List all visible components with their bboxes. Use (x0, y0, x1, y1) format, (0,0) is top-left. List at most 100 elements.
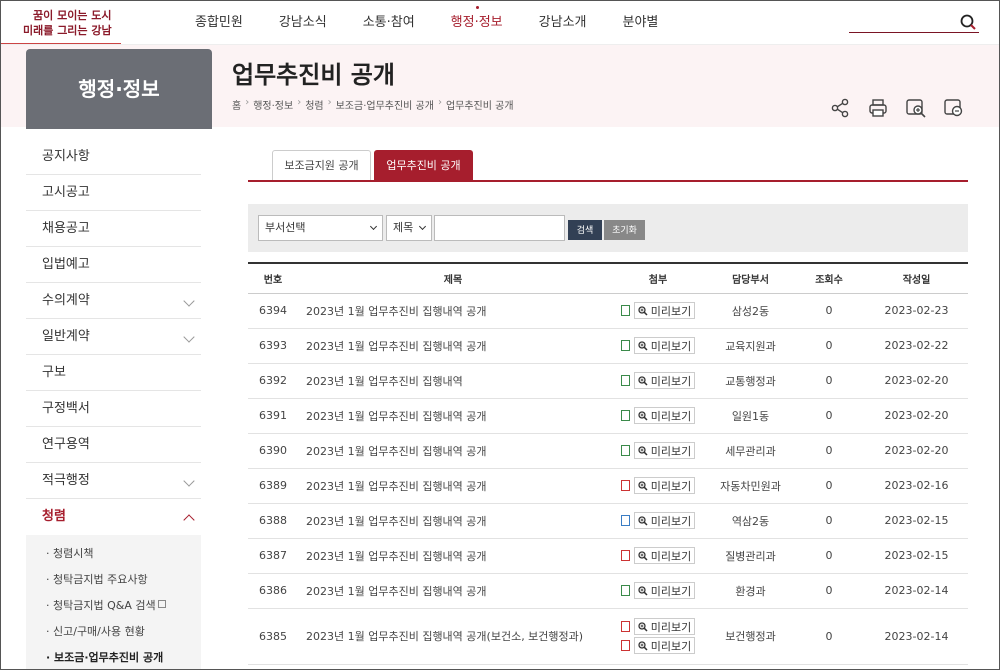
pdf-file-icon[interactable] (620, 621, 630, 632)
gnb-item[interactable]: 강남소개 (521, 1, 605, 45)
table-row[interactable]: 6389 2023년 1월 업무추진비 집행내역 공개 미리보기 자동차민원과 0 202… (248, 468, 968, 504)
cell-title-link[interactable]: 2023년 1월 업무추진비 집행내역 공개 (298, 328, 608, 364)
keyword-input[interactable] (434, 215, 565, 241)
table-row[interactable]: 6393 2023년 1월 업무추진비 집행내역 공개 미리보기 교육지원과 0 2023… (248, 328, 968, 364)
xls-file-icon[interactable] (620, 410, 630, 421)
cell-no: 6385 (248, 608, 298, 665)
hwp-file-icon[interactable] (620, 515, 630, 526)
pdf-file-icon[interactable] (620, 550, 630, 561)
table-row[interactable]: 6388 2023년 1월 업무추진비 집행내역 공개 미리보기 역삼2동 0 2023-… (248, 503, 968, 539)
gnb-item[interactable]: 행정·정보 (433, 1, 521, 45)
sidebar-subitem[interactable]: · 신고/구매/사용 현황 (26, 619, 201, 645)
preview-label: 미리보기 (650, 409, 692, 423)
sidebar-subitem[interactable]: · 보조금·업무추진비 공개 (26, 645, 201, 669)
cell-dept: 역삼2동 (708, 503, 793, 539)
col-header-date: 작성일 (865, 262, 968, 294)
preview-button[interactable]: 미리보기 (633, 477, 696, 494)
table-row[interactable]: 6390 2023년 1월 업무추진비 집행내역 공개 미리보기 세무관리과 0 2023… (248, 433, 968, 469)
attachment-list: 미리보기 (620, 581, 696, 600)
cell-title-link[interactable]: 2023년 1월 업무추진비 집행내역 공개 (298, 573, 608, 609)
table-row[interactable]: 6394 2023년 1월 업무추진비 집행내역 공개 미리보기 삼성2동 0 2023-… (248, 293, 968, 329)
table-row[interactable]: 6385 2023년 1월 업무추진비 집행내역 공개(보건소, 보건행정과) 미리… (248, 608, 968, 665)
cell-views: 0 (793, 398, 865, 434)
preview-button[interactable]: 미리보기 (633, 442, 696, 459)
cell-date: 2023-02-20 (865, 363, 968, 399)
pdf-file-icon[interactable] (620, 480, 630, 491)
cell-no: 6386 (248, 573, 298, 609)
cell-title-link[interactable]: 2023년 1월 업무추진비 집행내역 공개 (298, 398, 608, 434)
preview-label: 미리보기 (650, 584, 692, 598)
sidebar-item[interactable]: 적극행정 (26, 463, 201, 499)
gnb-item[interactable]: 분야별 (605, 1, 677, 45)
sidebar-item[interactable]: 고시공고 (26, 175, 201, 211)
sidebar-subitem[interactable]: · 청렴시책 (26, 541, 201, 567)
cell-no: 6387 (248, 538, 298, 574)
magnifier-icon (638, 640, 648, 651)
cell-title-link[interactable]: 2023년 1월 업무추진비 집행내역 공개 (298, 433, 608, 469)
preview-button[interactable]: 미리보기 (633, 637, 696, 654)
zoom-out-icon[interactable] (943, 97, 965, 119)
tab-subsidy[interactable]: 보조금지원 공개 (272, 150, 371, 180)
gnb-item[interactable]: 종합민원 (177, 1, 261, 45)
breadcrumb-item[interactable]: 행정·정보 (253, 97, 293, 112)
preview-button[interactable]: 미리보기 (633, 302, 696, 319)
sidebar-item[interactable]: 수의계약 (26, 283, 201, 319)
preview-button[interactable]: 미리보기 (633, 337, 696, 354)
preview-button[interactable]: 미리보기 (633, 547, 696, 564)
reset-button[interactable]: 초기화 (604, 220, 645, 240)
search-button[interactable]: 검색 (568, 220, 602, 240)
cell-title-link[interactable]: 2023년 1월 업무추진비 집행내역 공개 (298, 293, 608, 329)
search-icon[interactable] (959, 13, 977, 31)
table-row[interactable]: 6392 2023년 1월 업무추진비 집행내역 미리보기 교통행정과 0 2023-02… (248, 363, 968, 399)
sidebar-subitem[interactable]: · 청탁금지법 Q&A 검색 (26, 593, 201, 619)
cell-title-link[interactable]: 2023년 1월 업무추진비 집행내역 공개 (298, 538, 608, 574)
preview-button[interactable]: 미리보기 (633, 512, 696, 529)
xls-file-icon[interactable] (620, 585, 630, 596)
table-row[interactable]: 6387 2023년 1월 업무추진비 집행내역 공개 미리보기 질병관리과 0 2023… (248, 538, 968, 574)
preview-button[interactable]: 미리보기 (633, 618, 696, 635)
cell-dept: 자동차민원과 (708, 468, 793, 504)
xls-file-icon[interactable] (620, 340, 630, 351)
sidebar-item[interactable]: 공지사항 (26, 139, 201, 175)
zoom-in-icon[interactable] (905, 97, 927, 119)
xls-file-icon[interactable] (620, 445, 630, 456)
breadcrumb-item[interactable]: 청렴 (305, 97, 323, 112)
sidebar-item[interactable]: 연구용역 (26, 427, 201, 463)
preview-button[interactable]: 미리보기 (633, 372, 696, 389)
sidebar-item[interactable]: 입법예고 (26, 247, 201, 283)
gangnam-logo[interactable]: 꿈이 모이는 도시 미래를 그리는 강남 (23, 7, 112, 41)
print-icon[interactable] (867, 97, 889, 119)
xls-file-icon[interactable] (620, 305, 630, 316)
cell-title-link[interactable]: 2023년 1월 업무추진비 집행내역 공개(보건소, 보건행정과) (298, 608, 608, 665)
breadcrumb-item[interactable]: 보조금·업무추진비 공개 (336, 97, 434, 112)
preview-label: 미리보기 (650, 339, 692, 353)
gnb-item[interactable]: 강남소식 (261, 1, 345, 45)
share-icon[interactable] (829, 97, 851, 119)
tab-business-expense[interactable]: 업무추진비 공개 (374, 150, 473, 180)
col-header-no: 번호 (248, 262, 298, 294)
cell-attachment: 미리보기 미리보기 (608, 608, 708, 665)
table-row[interactable]: 6391 2023년 1월 업무추진비 집행내역 공개 미리보기 일원1동 0 2023-… (248, 398, 968, 434)
table-row[interactable]: 6386 2023년 1월 업무추진비 집행내역 공개 미리보기 환경과 0 2023-0… (248, 573, 968, 609)
dept-select[interactable]: 부서선택 (258, 215, 383, 241)
cell-no: 6393 (248, 328, 298, 364)
cell-title-link[interactable]: 2023년 1월 업무추진비 집행내역 공개 (298, 503, 608, 539)
pdf-file-icon[interactable] (620, 640, 630, 651)
sidebar-item[interactable]: 일반계약 (26, 319, 201, 355)
gnb-item[interactable]: 소통·참여 (345, 1, 433, 45)
sidebar-subitem[interactable]: · 청탁금지법 주요사항 (26, 567, 201, 593)
sidebar-item[interactable]: 구보 (26, 355, 201, 391)
sidebar-item[interactable]: 구정백서 (26, 391, 201, 427)
xls-file-icon[interactable] (620, 375, 630, 386)
sidebar-item[interactable]: 채용공고 (26, 211, 201, 247)
breadcrumb-item[interactable]: 홈 (232, 97, 241, 112)
preview-button[interactable]: 미리보기 (633, 407, 696, 424)
breadcrumb-separator-icon: › (437, 97, 442, 108)
breadcrumb-item[interactable]: 업무추진비 공개 (446, 97, 514, 112)
cell-title-link[interactable]: 2023년 1월 업무추진비 집행내역 공개 (298, 468, 608, 504)
header-search-input[interactable] (849, 12, 957, 32)
field-select[interactable]: 제목 (386, 215, 432, 241)
sidebar-item[interactable]: 청렴 (26, 499, 201, 535)
preview-button[interactable]: 미리보기 (633, 582, 696, 599)
cell-title-link[interactable]: 2023년 1월 업무추진비 집행내역 (298, 363, 608, 399)
